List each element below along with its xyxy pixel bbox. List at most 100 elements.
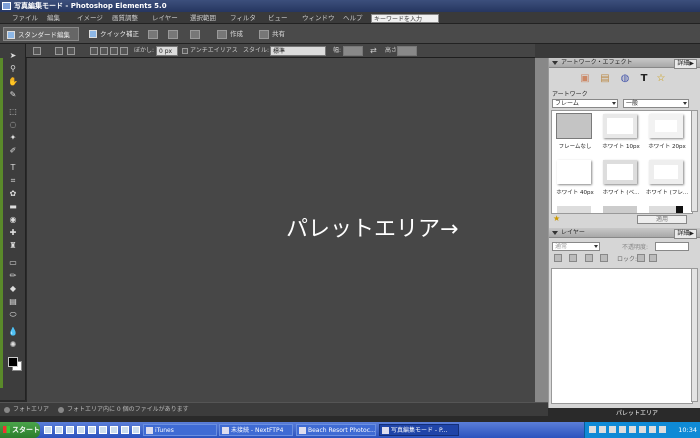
- lock-all-icon[interactable]: [649, 254, 657, 262]
- thumbnail-partial[interactable]: [599, 204, 643, 213]
- menu-window[interactable]: ウィンドウ: [302, 12, 335, 24]
- palette-bin-toggle[interactable]: パレットエリア: [548, 408, 700, 420]
- marquee-tool-icon[interactable]: ⬚: [8, 108, 18, 116]
- shape-tool-icon[interactable]: ⬭: [8, 311, 18, 319]
- thumbnail-scrollbar[interactable]: [691, 110, 698, 212]
- quicklaunch-icon[interactable]: [132, 426, 140, 434]
- new-selection-icon[interactable]: [90, 47, 98, 55]
- photo-area-label[interactable]: フォトエリア: [13, 403, 49, 417]
- create-button[interactable]: 作成: [230, 30, 243, 39]
- layers-more-button[interactable]: 詳細▶: [674, 229, 697, 239]
- thumbnail-partial[interactable]: [553, 204, 597, 213]
- organizer-icon[interactable]: [168, 30, 178, 39]
- thumbnail-frame-none[interactable]: フレームなし: [553, 112, 597, 157]
- canvas-area[interactable]: [27, 58, 535, 402]
- thumbnail-partial[interactable]: [645, 204, 689, 213]
- category-select[interactable]: フレーム: [552, 99, 618, 108]
- height-input[interactable]: [397, 46, 417, 56]
- thumbnail-white-bevel[interactable]: ホワイト (ベ...: [599, 158, 643, 203]
- move-tool-icon[interactable]: ➤: [8, 52, 18, 60]
- quicklaunch-icon[interactable]: [121, 426, 129, 434]
- artwork-panel-header[interactable]: アートワーク・エフェクト 詳細▶: [549, 58, 700, 69]
- adjustment-layer-icon[interactable]: [569, 254, 577, 262]
- hand-tool-icon[interactable]: ✋: [8, 78, 18, 86]
- artwork-icon[interactable]: ▣: [579, 73, 591, 85]
- print-icon[interactable]: [148, 30, 158, 39]
- apply-button[interactable]: 適用: [637, 215, 687, 224]
- menu-image[interactable]: イメージ: [77, 12, 103, 24]
- panel-divider[interactable]: [535, 58, 548, 402]
- favorite-star-icon[interactable]: ★: [553, 214, 560, 223]
- swap-icon[interactable]: ⇄: [370, 46, 377, 56]
- search-input[interactable]: キーワードを入力: [371, 14, 439, 23]
- lock-transparency-icon[interactable]: [637, 254, 645, 262]
- blur-tool-icon[interactable]: 💧: [8, 328, 18, 336]
- collapse-icon[interactable]: [552, 61, 558, 65]
- straighten-tool-icon[interactable]: ▬: [8, 203, 18, 211]
- menu-help[interactable]: ヘルプ: [343, 12, 363, 24]
- menu-select[interactable]: 選択範囲: [190, 12, 216, 24]
- quicklaunch-icon[interactable]: [110, 426, 118, 434]
- layer-scrollbar[interactable]: [691, 268, 698, 402]
- tray-icon[interactable]: [619, 426, 626, 433]
- add-selection-icon[interactable]: [100, 47, 108, 55]
- healing-brush-icon[interactable]: ✚: [8, 229, 18, 237]
- selection-brush-icon[interactable]: ✐: [8, 147, 18, 155]
- width-input[interactable]: [343, 46, 363, 56]
- zoom-tool-icon[interactable]: ⚲: [8, 65, 18, 73]
- ellipse-marquee-icon[interactable]: [67, 47, 75, 55]
- thumbnail-white-20[interactable]: ホワイト 20px: [645, 112, 689, 157]
- tray-icon[interactable]: [629, 426, 636, 433]
- brush-tool-icon[interactable]: ✏: [8, 272, 18, 280]
- tab-standard-edit[interactable]: スタンダード編集: [3, 27, 79, 41]
- marquee-tool-icon[interactable]: [33, 47, 41, 55]
- opacity-input[interactable]: [655, 242, 689, 251]
- menu-file[interactable]: ファイル: [12, 12, 38, 24]
- filters-icon[interactable]: ◍: [619, 73, 631, 85]
- collapse-icon[interactable]: [552, 231, 558, 235]
- quicklaunch-icon[interactable]: [77, 426, 85, 434]
- sponge-tool-icon[interactable]: ✺: [8, 341, 18, 349]
- task-beach-resort[interactable]: Beach Resort Photoc...: [296, 424, 376, 436]
- cookie-cutter-icon[interactable]: ✿: [8, 190, 18, 198]
- clock[interactable]: 10:34: [678, 422, 697, 438]
- clone-stamp-icon[interactable]: ♜: [8, 242, 18, 250]
- undo-icon[interactable]: [190, 30, 200, 39]
- task-itunes[interactable]: iTunes: [143, 424, 217, 436]
- menu-edit[interactable]: 編集: [47, 12, 60, 24]
- share-button[interactable]: 共有: [272, 30, 285, 39]
- layer-list[interactable]: [551, 268, 693, 404]
- tab-quick-fix[interactable]: クイック補正: [86, 27, 142, 41]
- thumbnail-white-10[interactable]: ホワイト 10px: [599, 112, 643, 157]
- photo-area-toggle-icon[interactable]: [4, 407, 10, 413]
- tray-icon[interactable]: [649, 426, 656, 433]
- tray-icon[interactable]: [599, 426, 606, 433]
- magic-wand-tool-icon[interactable]: ✦: [8, 134, 18, 142]
- subcategory-select[interactable]: 一般: [623, 99, 689, 108]
- task-nextftp[interactable]: 未接続 - NextFTP4: [219, 424, 293, 436]
- gradient-tool-icon[interactable]: ▤: [8, 298, 18, 306]
- effects-icon[interactable]: ▤: [599, 73, 611, 85]
- link-layer-icon[interactable]: [600, 254, 608, 262]
- text-effects-icon[interactable]: T: [638, 73, 650, 85]
- favorites-icon[interactable]: ☆: [655, 73, 667, 85]
- thumbnail-white-40[interactable]: ホワイト 40px: [553, 158, 597, 203]
- menu-layer[interactable]: レイヤー: [152, 12, 178, 24]
- tray-icon[interactable]: [589, 426, 596, 433]
- subtract-selection-icon[interactable]: [110, 47, 118, 55]
- style-select[interactable]: 標準: [270, 46, 326, 56]
- antialias-checkbox[interactable]: [182, 48, 188, 54]
- menu-enhance[interactable]: 画質調整: [112, 12, 138, 24]
- rect-marquee-icon[interactable]: [55, 47, 63, 55]
- create-icon[interactable]: [217, 30, 227, 39]
- artwork-more-button[interactable]: 詳細▶: [674, 59, 697, 69]
- blend-mode-select[interactable]: 通常: [552, 242, 600, 251]
- layers-panel-header[interactable]: レイヤー 詳細▶: [549, 228, 700, 239]
- red-eye-tool-icon[interactable]: ◉: [8, 216, 18, 224]
- foreground-color-swatch[interactable]: [8, 357, 18, 367]
- menu-view[interactable]: ビュー: [268, 12, 288, 24]
- quicklaunch-icon[interactable]: [99, 426, 107, 434]
- quicklaunch-icon[interactable]: [88, 426, 96, 434]
- eraser-tool-icon[interactable]: ▭: [8, 259, 18, 267]
- type-tool-icon[interactable]: T: [8, 164, 18, 172]
